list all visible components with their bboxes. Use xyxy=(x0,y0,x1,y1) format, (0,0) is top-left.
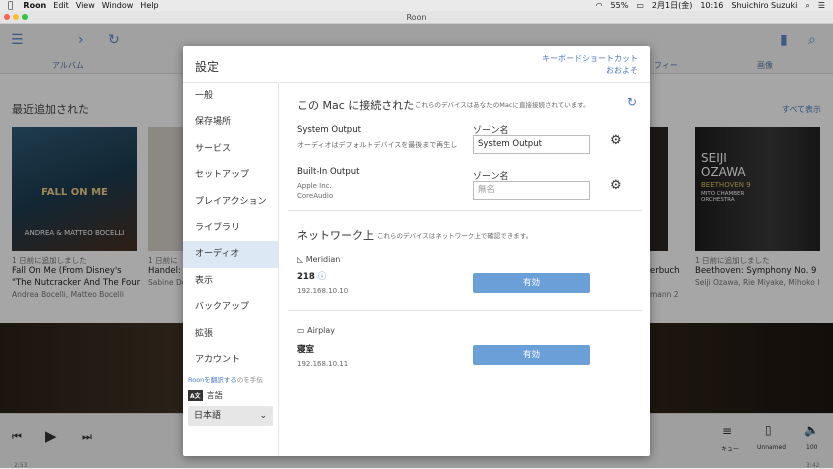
device-name-text: 218 xyxy=(297,272,315,282)
enable-button[interactable]: 有効 xyxy=(473,273,590,293)
menu-bar:  Roon Edit View Window Help ◠ 55% ▭ 2月1… xyxy=(0,0,833,11)
mac-section-subtitle: これらのデバイスはあなたのMacに直接接続されています。 xyxy=(415,101,590,109)
enable-button[interactable]: 有効 xyxy=(473,345,590,365)
network-section-subtitle: これらのデバイスはネットワーク上で確認できます。 xyxy=(377,232,533,240)
chevron-down-icon: ⌄ xyxy=(259,411,267,421)
battery-icon[interactable]: ▭ xyxy=(636,1,644,10)
menu-help[interactable]: Help xyxy=(140,1,158,10)
language-label: 言語 xyxy=(206,391,223,400)
zone-name-input[interactable]: System Output xyxy=(473,135,590,154)
device-name: System Output xyxy=(297,125,361,135)
meridian-icon: ◺ xyxy=(297,255,304,264)
sidebar-item-backup[interactable]: バックアップ xyxy=(183,294,278,320)
sidebar-item-library[interactable]: ライブラリ xyxy=(183,215,278,241)
refresh-icon[interactable]: ↻ xyxy=(627,95,637,109)
airplay-label: Airplay xyxy=(307,326,336,335)
divider xyxy=(288,310,642,311)
menu-edit[interactable]: Edit xyxy=(53,1,69,10)
airplay-icon: ▭ xyxy=(297,326,305,335)
meridian-label: Meridian xyxy=(305,255,341,264)
settings-sidebar: 一般 保存場所 サービス セットアップ プレイアクション ライブラリ オーディオ… xyxy=(183,82,279,456)
gear-icon[interactable]: ⚙ xyxy=(610,178,622,193)
network-section-title: ネットワーク上 xyxy=(297,229,374,242)
divider xyxy=(288,210,642,211)
zone-name-input[interactable]: 無名 xyxy=(473,181,590,200)
language-value: 日本語 xyxy=(194,411,222,421)
translate-rest: のを手伝 xyxy=(236,376,263,384)
device-name: Built-In Output xyxy=(297,167,360,177)
device-driver: CoreAudio xyxy=(297,192,334,200)
menu-icon[interactable]: ☰ xyxy=(818,1,825,10)
minimize-icon[interactable] xyxy=(13,14,19,20)
sidebar-item-services[interactable]: サービス xyxy=(183,136,278,162)
sidebar-item-setup[interactable]: セットアップ xyxy=(183,162,278,188)
meridian-brand: ◺ Meridian xyxy=(297,255,340,264)
sidebar-item-extensions[interactable]: 拡張 xyxy=(183,321,278,347)
language-icon: A文 xyxy=(188,390,203,401)
device-ip: 192.168.10.11 xyxy=(297,360,349,368)
sidebar-item-storage[interactable]: 保存場所 xyxy=(183,109,278,135)
close-icon[interactable] xyxy=(4,14,10,20)
keyboard-shortcuts-link[interactable]: キーボードショートカット xyxy=(542,53,638,65)
date[interactable]: 2月1日(金) xyxy=(652,0,692,11)
time[interactable]: 10:16 xyxy=(700,1,723,10)
dialog-title: 設定 xyxy=(195,60,220,74)
sidebar-item-play-actions[interactable]: プレイアクション xyxy=(183,189,278,215)
sidebar-item-audio[interactable]: オーディオ xyxy=(183,241,278,268)
apple-icon[interactable]:  xyxy=(8,1,13,11)
gear-icon[interactable]: ⚙ xyxy=(610,133,622,148)
airplay-brand: ▭ Airplay xyxy=(297,326,335,335)
audio-settings-panel: この Mac に接続された これらのデバイスはあなたのMacに直接接続されていま… xyxy=(280,82,650,456)
device-name: 寝室 xyxy=(297,345,315,355)
sidebar-item-account[interactable]: アカウント xyxy=(183,347,278,373)
about-link[interactable]: おおよそ xyxy=(542,65,638,77)
sidebar-item-display[interactable]: 表示 xyxy=(183,268,278,294)
device-vendor: Apple Inc. xyxy=(297,182,332,190)
menu-window[interactable]: Window xyxy=(102,1,134,10)
language-select[interactable]: 日本語 ⌄ xyxy=(188,406,273,426)
battery-percent[interactable]: 55% xyxy=(611,1,629,10)
device-ip: 192.168.10.10 xyxy=(297,287,349,295)
device-name: 218 ⓘ xyxy=(297,270,326,282)
settings-dialog: 設定 キーボードショートカット おおよそ 一般 保存場所 サービス セットアップ… xyxy=(183,46,650,456)
device-description: オーディオはデフォルトデバイスを最後まで再生し xyxy=(297,141,457,149)
translate-link[interactable]: Roonを翻訳する xyxy=(188,376,237,384)
translate-text: Roonを翻訳するのを手伝 xyxy=(188,374,274,384)
zoom-icon[interactable] xyxy=(22,14,28,20)
sidebar-item-general[interactable]: 一般 xyxy=(183,83,278,109)
mac-section-title: この Mac に接続された xyxy=(297,99,415,112)
spotlight-icon[interactable]: ⌕ xyxy=(805,1,809,11)
menu-view[interactable]: View xyxy=(76,1,95,10)
wifi-icon[interactable]: ◠ xyxy=(596,1,603,10)
menu-app[interactable]: Roon xyxy=(23,1,46,10)
info-icon[interactable]: ⓘ xyxy=(318,272,327,282)
user-name[interactable]: Shuichiro Suzuki xyxy=(731,1,797,10)
window-titlebar: Roon xyxy=(0,11,833,24)
window-title: Roon xyxy=(406,13,427,22)
